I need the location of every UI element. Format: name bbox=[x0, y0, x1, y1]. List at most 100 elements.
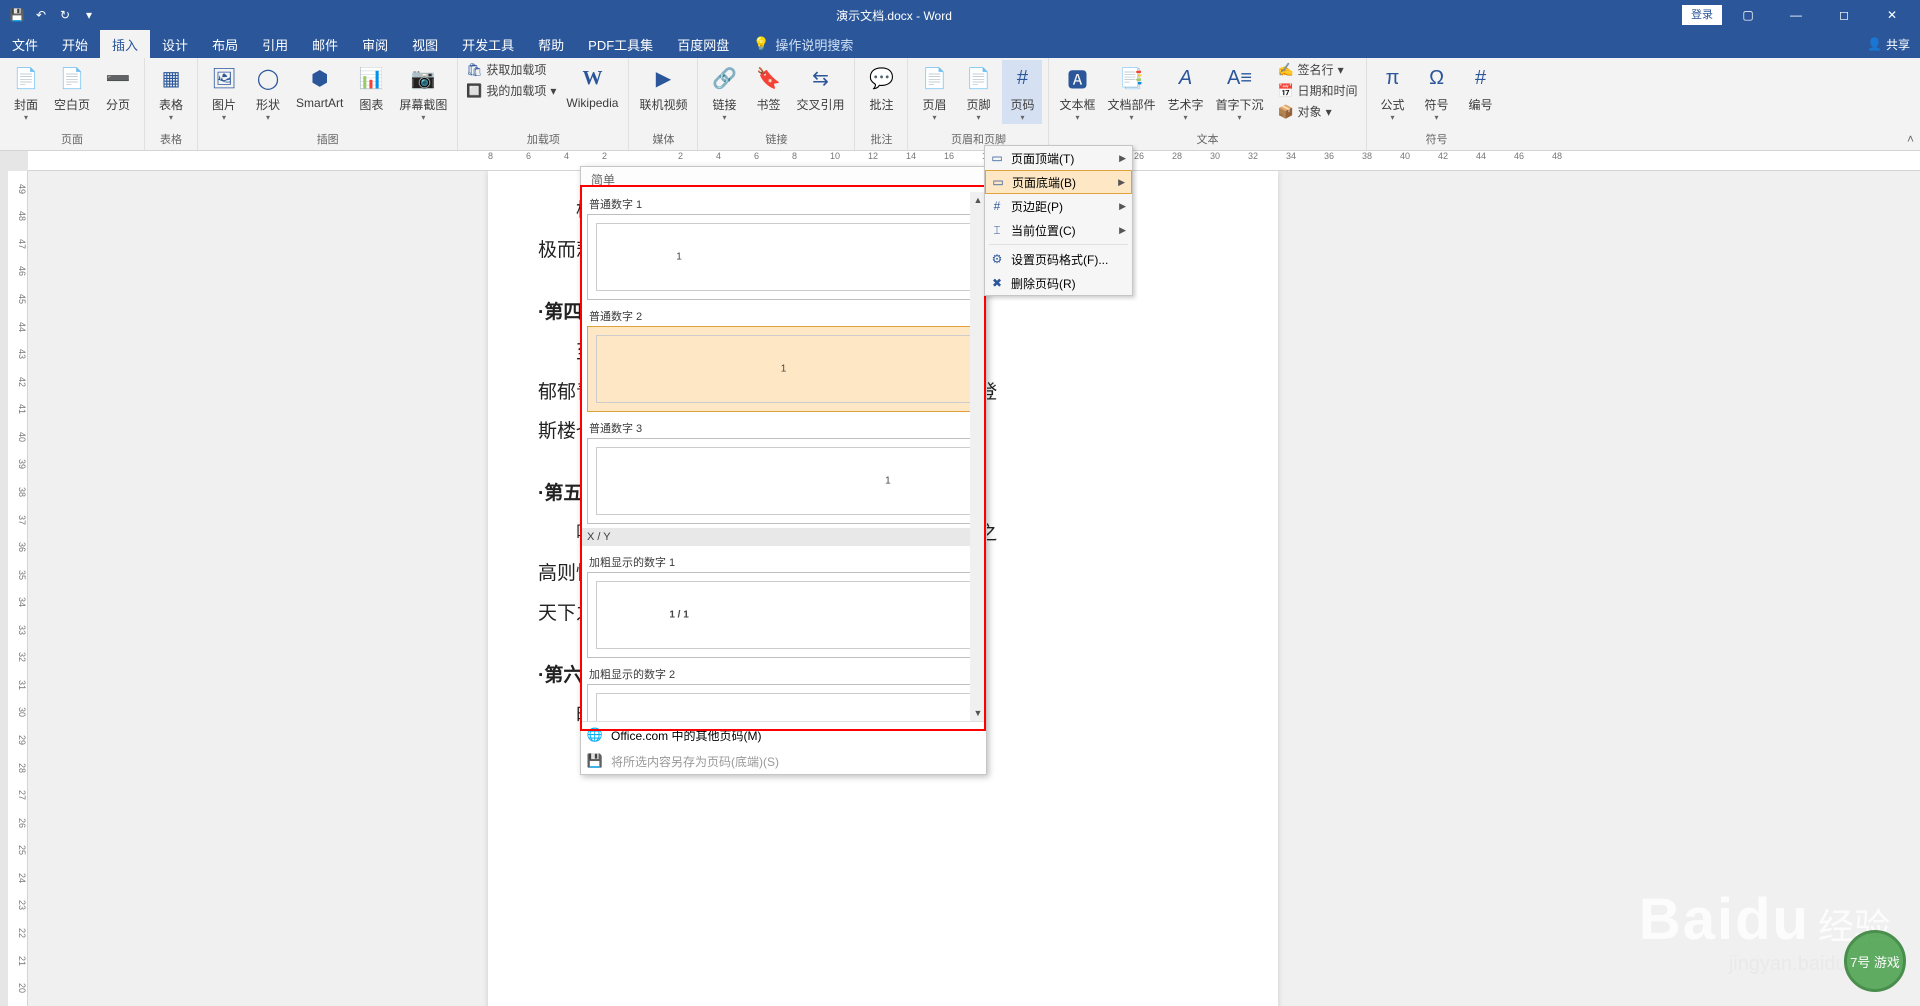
menu-page-margins[interactable]: #页边距(P)▶ bbox=[985, 194, 1132, 218]
smartart-button[interactable]: ⬢SmartArt bbox=[292, 60, 347, 112]
page-number-menu: ▭页面顶端(T)▶ ▭页面底端(B)▶ #页边距(P)▶ ⌶当前位置(C)▶ ⚙… bbox=[984, 145, 1133, 296]
tab-pdf-tools[interactable]: PDF工具集 bbox=[576, 30, 665, 58]
collapse-ribbon-icon[interactable]: ˄ bbox=[1907, 132, 1914, 146]
maximize-icon[interactable]: ◻ bbox=[1822, 0, 1866, 30]
symbol-button[interactable]: Ω符号▾ bbox=[1417, 60, 1457, 124]
cover-page-button[interactable]: 📄封面▾ bbox=[6, 60, 46, 124]
tab-file[interactable]: 文件 bbox=[0, 30, 50, 58]
tab-help[interactable]: 帮助 bbox=[526, 30, 576, 58]
undo-icon[interactable]: ↶ bbox=[30, 4, 52, 26]
object-icon: 📦 bbox=[1278, 104, 1294, 120]
tell-me-label: 操作说明搜索 bbox=[775, 35, 853, 54]
footer-button[interactable]: 📄页脚▾ bbox=[958, 60, 998, 124]
menu-page-bottom[interactable]: ▭页面底端(B)▶ bbox=[985, 170, 1132, 194]
online-video-button[interactable]: ▶联机视频 bbox=[635, 60, 691, 115]
office-icon: 🌐 bbox=[587, 727, 603, 743]
chart-button[interactable]: 📊图表 bbox=[351, 60, 391, 115]
drop-cap-button[interactable]: A≡首字下沉▾ bbox=[1212, 60, 1268, 124]
gallery-item-bold-2[interactable]: 1 / 1 bbox=[587, 684, 980, 721]
object-button[interactable]: 📦对象 ▾ bbox=[1276, 102, 1360, 121]
current-position-icon: ⌶ bbox=[989, 222, 1005, 238]
page-number-button[interactable]: #页码▾ bbox=[1002, 60, 1042, 124]
tab-mailings[interactable]: 邮件 bbox=[300, 30, 350, 58]
menu-format-page-numbers[interactable]: ⚙设置页码格式(F)... bbox=[985, 247, 1132, 271]
equation-button[interactable]: π公式▾ bbox=[1373, 60, 1413, 124]
store-icon: 🛍 bbox=[466, 62, 482, 78]
gallery-item-plain-3[interactable]: 1 bbox=[587, 438, 980, 524]
wordart-button[interactable]: A艺术字▾ bbox=[1164, 60, 1208, 124]
more-page-numbers-office[interactable]: 🌐Office.com 中的其他页码(M) bbox=[581, 722, 986, 748]
page-margins-icon: # bbox=[989, 198, 1005, 214]
screenshot-button[interactable]: 📷屏幕截图▾ bbox=[395, 60, 451, 124]
blank-page-button[interactable]: 📄空白页 bbox=[50, 60, 94, 115]
group-links: 🔗链接▾ 🔖书签 ⇆交叉引用 链接 bbox=[698, 58, 855, 150]
gallery-header: 简单 bbox=[581, 167, 986, 192]
gallery-item-plain-2[interactable]: 1 bbox=[587, 326, 980, 412]
redo-icon[interactable]: ↻ bbox=[54, 4, 76, 26]
close-icon[interactable]: ✕ bbox=[1870, 0, 1914, 30]
qat-customize-icon[interactable]: ▾ bbox=[78, 4, 100, 26]
text-box-button[interactable]: 🅰文本框▾ bbox=[1055, 60, 1099, 124]
bookmark-button[interactable]: 🔖书签 bbox=[748, 60, 788, 115]
save-icon[interactable]: 💾 bbox=[6, 4, 28, 26]
tab-insert[interactable]: 插入 bbox=[100, 30, 150, 58]
link-button[interactable]: 🔗链接▾ bbox=[704, 60, 744, 124]
page-top-icon: ▭ bbox=[989, 150, 1005, 166]
table-button[interactable]: ▦表格▾ bbox=[151, 60, 191, 124]
login-button[interactable]: 登录 bbox=[1682, 5, 1722, 25]
shapes-button[interactable]: ◯形状▾ bbox=[248, 60, 288, 124]
group-header-footer: 📄页眉▾ 📄页脚▾ #页码▾ 页眉和页脚 bbox=[908, 58, 1049, 150]
tab-references[interactable]: 引用 bbox=[250, 30, 300, 58]
date-time-button[interactable]: 📅日期和时间 bbox=[1276, 81, 1360, 100]
tab-review[interactable]: 审阅 bbox=[350, 30, 400, 58]
gallery-item-label: 普通数字 1 bbox=[587, 192, 980, 214]
page-break-button[interactable]: ➖分页 bbox=[98, 60, 138, 115]
signature-line-button[interactable]: ✍签名行 ▾ bbox=[1276, 60, 1360, 79]
gallery-item-plain-1[interactable]: 1 bbox=[587, 214, 980, 300]
tab-view[interactable]: 视图 bbox=[400, 30, 450, 58]
group-text: 🅰文本框▾ 📑文档部件▾ A艺术字▾ A≡首字下沉▾ ✍签名行 ▾ 📅日期和时间… bbox=[1049, 58, 1366, 150]
page-bottom-icon: ▭ bbox=[990, 174, 1006, 190]
share-button[interactable]: 👤 共享 bbox=[1867, 30, 1910, 58]
save-selection-icon: 💾 bbox=[587, 753, 603, 769]
pictures-button[interactable]: 🖼图片▾ bbox=[204, 60, 244, 124]
tab-layout[interactable]: 布局 bbox=[200, 30, 250, 58]
ribbon: 📄封面▾ 📄空白页 ➖分页 页面 ▦表格▾ 表格 🖼图片▾ ◯形状▾ ⬢Smar… bbox=[0, 58, 1920, 151]
gallery-item-bold-1[interactable]: 1 / 1 bbox=[587, 572, 980, 658]
gallery-section-xy: X / Y bbox=[581, 528, 986, 546]
tab-design[interactable]: 设计 bbox=[150, 30, 200, 58]
group-tables: ▦表格▾ 表格 bbox=[145, 58, 198, 150]
get-addins-button[interactable]: 🛍获取加载项 bbox=[464, 60, 558, 79]
tell-me-search[interactable]: 💡 操作说明搜索 bbox=[753, 35, 853, 54]
gallery-item-label: 普通数字 2 bbox=[587, 304, 980, 326]
tab-developer[interactable]: 开发工具 bbox=[450, 30, 526, 58]
quick-access-toolbar: 💾 ↶ ↻ ▾ bbox=[0, 4, 106, 26]
gallery-footer: 🌐Office.com 中的其他页码(M) 💾将所选内容另存为页码(底端)(S) bbox=[581, 721, 986, 774]
menu-remove-page-numbers[interactable]: ✖删除页码(R) bbox=[985, 271, 1132, 295]
group-symbols-label: 符号 bbox=[1373, 131, 1501, 150]
comment-button[interactable]: 💬批注 bbox=[861, 60, 901, 115]
menu-current-position[interactable]: ⌶当前位置(C)▶ bbox=[985, 218, 1132, 242]
menu-page-top[interactable]: ▭页面顶端(T)▶ bbox=[985, 146, 1132, 170]
title-bar: 💾 ↶ ↻ ▾ 演示文档.docx - Word 登录 ▢ — ◻ ✕ bbox=[0, 0, 1920, 30]
addins-icon: 🔲 bbox=[466, 83, 482, 99]
gallery-item-label: 加粗显示的数字 1 bbox=[587, 550, 980, 572]
quick-parts-button[interactable]: 📑文档部件▾ bbox=[1104, 60, 1160, 124]
number-button[interactable]: #编号 bbox=[1461, 60, 1501, 115]
save-selection-page-number: 💾将所选内容另存为页码(底端)(S) bbox=[581, 748, 986, 774]
group-illustrations-label: 插图 bbox=[204, 131, 451, 150]
ribbon-display-icon[interactable]: ▢ bbox=[1726, 0, 1770, 30]
vertical-ruler: 4948474645444342414039383736353433323130… bbox=[8, 171, 28, 1006]
minimize-icon[interactable]: — bbox=[1774, 0, 1818, 30]
tab-home[interactable]: 开始 bbox=[50, 30, 100, 58]
wikipedia-button[interactable]: WWikipedia bbox=[562, 60, 622, 112]
group-addins-label: 加载项 bbox=[464, 131, 622, 150]
header-button[interactable]: 📄页眉▾ bbox=[914, 60, 954, 124]
my-addins-button[interactable]: 🔲我的加载项 ▾ bbox=[464, 81, 558, 100]
cross-reference-button[interactable]: ⇆交叉引用 bbox=[792, 60, 848, 115]
tab-baidu-netdisk[interactable]: 百度网盘 bbox=[665, 30, 741, 58]
scroll-down-icon[interactable]: ▼ bbox=[970, 705, 986, 721]
group-media-label: 媒体 bbox=[635, 131, 691, 150]
signature-icon: ✍ bbox=[1278, 62, 1294, 78]
group-pages: 📄封面▾ 📄空白页 ➖分页 页面 bbox=[0, 58, 145, 150]
